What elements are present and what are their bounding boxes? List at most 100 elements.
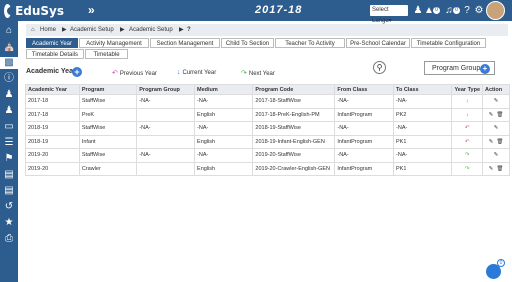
- cell-medium: -NA-: [194, 121, 254, 136]
- sidebar-users-icon[interactable]: ♟: [3, 105, 15, 117]
- program-group-button[interactable]: Program Group +: [424, 61, 495, 75]
- edit-icon[interactable]: ✎: [494, 98, 499, 104]
- edit-icon[interactable]: ✎: [489, 112, 494, 118]
- cell-medium: -NA-: [194, 148, 254, 163]
- table-row: 2017-18 PreK English 2017-18-PreK-English-P…: [25, 107, 510, 122]
- col-from-class[interactable]: From Class: [334, 84, 395, 95]
- settings-icon[interactable]: ⚙: [473, 4, 485, 17]
- previous-year-link[interactable]: ↶ Previous Year: [112, 69, 157, 77]
- avatar[interactable]: [486, 1, 505, 20]
- col-academic-year[interactable]: Academic Year: [25, 84, 80, 95]
- year-type-down-icon: ↓: [451, 94, 484, 109]
- tab-timetable[interactable]: Timetable: [85, 49, 128, 59]
- home-icon[interactable]: ⌂: [31, 24, 35, 36]
- cell-to-class: PK1: [393, 161, 453, 176]
- cell-program: StaffWise: [78, 121, 138, 136]
- delete-icon[interactable]: 🗑: [496, 166, 503, 172]
- year-type-back-icon: ↶: [451, 134, 484, 149]
- col-action: Action: [482, 84, 510, 95]
- app-logo[interactable]: EduSys: [4, 3, 64, 18]
- help-icon[interactable]: ?: [461, 4, 473, 17]
- col-program-code[interactable]: Program Code: [252, 84, 336, 95]
- add-academic-year-button[interactable]: +: [72, 67, 82, 77]
- notification-count: 0: [433, 7, 440, 14]
- cell-program: StaffWise: [78, 148, 138, 163]
- sidebar-list-icon[interactable]: ☰: [3, 137, 15, 149]
- cell-program-code: 2019-20-Crawler-English-GEN: [252, 161, 336, 176]
- cell-academic-year: 2019-20: [25, 161, 80, 176]
- col-to-class[interactable]: To Class: [393, 84, 453, 95]
- edit-icon[interactable]: ✎: [489, 139, 494, 145]
- edit-icon[interactable]: ✎: [489, 166, 494, 172]
- row-actions: ✎ 🗑: [482, 161, 510, 176]
- sidebar-home-icon[interactable]: ⌂: [3, 25, 15, 37]
- table-row: 2019-20 StaffWise -NA- -NA- 2019-20-StaffWis…: [25, 148, 510, 163]
- search-icon: ⚲: [376, 63, 383, 72]
- tab-child-to-section[interactable]: Child To Section: [221, 38, 274, 48]
- sidebar-card-icon[interactable]: ▭: [3, 121, 15, 133]
- cell-academic-year: 2018-19: [25, 121, 80, 136]
- year-type-down-icon: ↓: [451, 107, 484, 122]
- tab-pre-school-calendar[interactable]: Pre-School Calendar: [346, 38, 410, 48]
- cell-from-class: InfantProgram: [334, 161, 395, 176]
- search-button[interactable]: ⚲: [373, 61, 386, 74]
- tab-section-management[interactable]: Section Management: [150, 38, 220, 48]
- current-year-text: Current Year: [182, 70, 217, 76]
- cell-from-class: -NA-: [334, 148, 395, 163]
- breadcrumb-home[interactable]: Home: [40, 24, 56, 36]
- sidebar-document-icon[interactable]: ▤: [3, 185, 15, 197]
- cell-program-group: [136, 161, 196, 176]
- next-year-link[interactable]: ↷ Next Year: [241, 69, 275, 77]
- cell-academic-year: 2019-20: [25, 148, 80, 163]
- edit-icon[interactable]: ✎: [494, 125, 499, 131]
- tab-teacher-to-activity[interactable]: Teacher To Activity: [275, 38, 345, 48]
- sidebar-book-icon[interactable]: ▤: [3, 169, 15, 181]
- cell-program-code: 2019-20-StaffWise: [252, 148, 336, 163]
- tab-timetable-details[interactable]: Timetable Details: [26, 49, 84, 59]
- col-program[interactable]: Program: [78, 84, 138, 95]
- breadcrumb-academic-setup[interactable]: Academic Setup: [70, 24, 114, 36]
- cell-program: Crawler: [78, 161, 138, 176]
- year-type-forward-icon: ↷: [451, 161, 484, 176]
- col-program-group[interactable]: Program Group: [136, 84, 196, 95]
- breadcrumb-help[interactable]: ?: [187, 24, 191, 36]
- col-medium[interactable]: Medium: [194, 84, 254, 95]
- tab-timetable-configuration[interactable]: Timetable Configuration: [411, 38, 486, 48]
- cell-academic-year: 2017-18: [25, 107, 80, 122]
- cell-program-code: 2017-18-PreK-English-PM: [252, 107, 336, 122]
- collapse-sidebar-button[interactable]: »: [88, 3, 95, 17]
- table-header-row: Academic Year Program Program Group Medi…: [25, 84, 510, 95]
- top-bar: EduSys » 2017-18 Select Langu▾ ♟ ▲ 0 ♫ 0…: [0, 0, 512, 24]
- col-year-type[interactable]: Year Type: [451, 84, 484, 95]
- current-year-link[interactable]: ↓ Current Year: [177, 69, 216, 76]
- cell-program-group: -NA-: [136, 94, 196, 109]
- edit-icon[interactable]: ✎: [494, 152, 499, 158]
- delete-icon[interactable]: 🗑: [496, 112, 503, 118]
- sidebar-history-icon[interactable]: ↺: [3, 201, 15, 213]
- tab-academic-year[interactable]: Academic Year: [26, 38, 78, 48]
- cell-academic-year: 2017-18: [25, 94, 80, 109]
- row-actions: ✎: [482, 94, 510, 109]
- cell-program-group: -NA-: [136, 121, 196, 136]
- breadcrumb-separator: ▶: [62, 27, 67, 33]
- cell-to-class: PK2: [393, 107, 453, 122]
- sidebar-flag-icon[interactable]: ⚑: [3, 153, 15, 165]
- cell-medium: English: [194, 134, 254, 149]
- sidebar-print-icon[interactable]: ⎙: [3, 233, 15, 245]
- logo-icon: [4, 3, 16, 18]
- sidebar-setup-icon[interactable]: ▩: [0, 57, 18, 69]
- back-arrow-icon: ↶: [112, 70, 118, 77]
- cell-from-class: InfantProgram: [334, 107, 395, 122]
- cell-from-class: InfantProgram: [334, 134, 395, 149]
- sidebar-star-icon[interactable]: ★: [3, 217, 15, 229]
- delete-icon[interactable]: 🗑: [496, 139, 503, 145]
- sidebar-institution-icon[interactable]: ⛪: [3, 41, 15, 53]
- tab-activity-management[interactable]: Activity Management: [79, 38, 149, 48]
- cell-from-class: -NA-: [334, 121, 395, 136]
- language-select[interactable]: Select Langu▾: [370, 5, 408, 24]
- section-title: Academic Year: [26, 68, 76, 75]
- sidebar-info-icon[interactable]: ⓘ: [3, 73, 15, 85]
- cell-from-class: -NA-: [334, 94, 395, 109]
- forward-arrow-icon: ↷: [241, 70, 247, 77]
- sidebar-user-icon[interactable]: ♟: [3, 89, 15, 101]
